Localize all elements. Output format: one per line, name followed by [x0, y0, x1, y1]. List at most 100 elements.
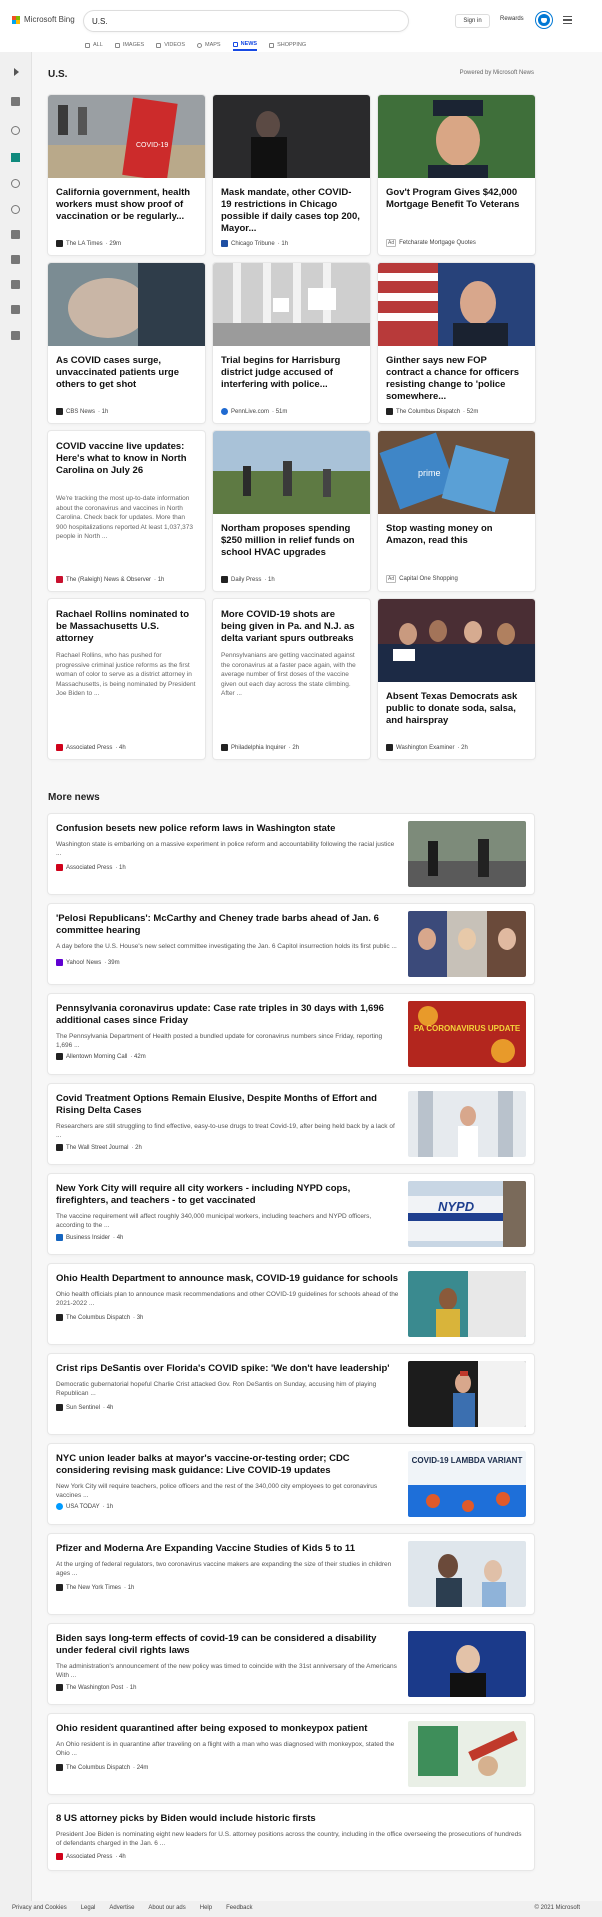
timestamp: · 1h: [277, 240, 289, 247]
row-source: The Wall Street Journal · 2h: [56, 1144, 142, 1151]
card-title[interactable]: California government, health workers mu…: [56, 187, 196, 223]
row-title[interactable]: Ohio Health Department to announce mask,…: [56, 1273, 400, 1285]
tab-shopping[interactable]: SHOPPING: [269, 39, 306, 51]
search-input[interactable]: [92, 14, 362, 28]
politics-icon[interactable]: [11, 230, 20, 239]
footer-link-privacy[interactable]: Privacy and Cookies: [12, 1905, 67, 1911]
card-source: Philadelphia Inquirer · 2h: [221, 744, 299, 751]
location-icon[interactable]: [11, 179, 20, 188]
news-card[interactable]: COVID vaccine live updates: Here's what …: [48, 431, 205, 591]
footer-link-legal[interactable]: Legal: [81, 1905, 96, 1911]
row-source: Associated Press · 4h: [56, 1853, 126, 1860]
source-name: Washington Examiner: [396, 744, 455, 751]
news-row[interactable]: Confusion besets new police reform laws …: [48, 814, 534, 894]
tab-videos[interactable]: VIDEOS: [156, 39, 185, 51]
card-title[interactable]: Mask mandate, other COVID-19 restriction…: [221, 187, 361, 235]
news-card[interactable]: COVID-19 California government, health w…: [48, 95, 205, 255]
row-title[interactable]: Crist rips DeSantis over Florida's COVID…: [56, 1363, 400, 1375]
source-name: Sun Sentinel: [66, 1404, 101, 1411]
source-name: The Columbus Dispatch: [66, 1764, 131, 1771]
card-title[interactable]: Northam proposes spending $250 million i…: [221, 523, 361, 559]
news-row[interactable]: Pfizer and Moderna Are Expanding Vaccine…: [48, 1534, 534, 1614]
news-card[interactable]: Absent Texas Democrats ask public to don…: [378, 599, 535, 759]
news-row[interactable]: Crist rips DeSantis over Florida's COVID…: [48, 1354, 534, 1434]
row-title[interactable]: Covid Treatment Options Remain Elusive, …: [56, 1093, 400, 1117]
tab-news[interactable]: NEWS: [232, 39, 258, 51]
search-tabs: ALL IMAGES VIDEOS MAPS NEWS SHOPPING: [85, 39, 306, 51]
source-name: The LA Times: [66, 240, 103, 247]
footer-link-advertise[interactable]: Advertise: [109, 1905, 134, 1911]
rewards-link[interactable]: Rewards: [500, 16, 524, 22]
row-title[interactable]: Confusion besets new police reform laws …: [56, 823, 400, 835]
entertainment-icon[interactable]: [11, 280, 20, 289]
card-title[interactable]: More COVID-19 shots are being given in P…: [221, 609, 361, 645]
source-logo-icon: [56, 408, 63, 415]
footer-link-feedback[interactable]: Feedback: [226, 1905, 252, 1911]
row-title[interactable]: New York City will require all city work…: [56, 1183, 400, 1207]
news-card-ad[interactable]: Gov't Program Gives $42,000 Mortgage Ben…: [378, 95, 535, 255]
row-title[interactable]: 'Pelosi Republicans': McCarthy and Chene…: [56, 913, 400, 937]
row-snippet: New York City will require teachers, pol…: [56, 1483, 378, 1499]
footer-link-help[interactable]: Help: [200, 1905, 212, 1911]
source-logo-icon: [56, 1853, 63, 1860]
news-row[interactable]: Covid Treatment Options Remain Elusive, …: [48, 1084, 534, 1164]
tab-maps[interactable]: MAPS: [197, 39, 221, 51]
card-title[interactable]: Absent Texas Democrats ask public to don…: [386, 691, 526, 727]
card-title[interactable]: Rachael Rollins nominated to be Massachu…: [56, 609, 196, 645]
row-snippet: The Pennsylvania Department of Health po…: [56, 1033, 383, 1049]
business-icon[interactable]: [11, 305, 20, 314]
news-card[interactable]: Ginther says new FOP contract a chance f…: [378, 263, 535, 423]
globe-icon[interactable]: [11, 205, 20, 214]
footer-link-about-ads[interactable]: About our ads: [148, 1905, 185, 1911]
sign-in-button[interactable]: Sign in: [455, 14, 490, 28]
news-card[interactable]: Northam proposes spending $250 million i…: [213, 431, 370, 591]
expand-sidebar-icon[interactable]: [14, 68, 19, 76]
money-icon[interactable]: [11, 331, 20, 340]
news-row[interactable]: Ohio Health Department to announce mask,…: [48, 1264, 534, 1344]
news-row[interactable]: Pennsylvania coronavirus update: Case ra…: [48, 994, 534, 1074]
timestamp: · 1h: [98, 408, 109, 415]
news-row[interactable]: 'Pelosi Republicans': McCarthy and Chene…: [48, 904, 534, 984]
news-card[interactable]: Rachael Rollins nominated to be Massachu…: [48, 599, 205, 759]
row-title[interactable]: Ohio resident quarantined after being ex…: [56, 1723, 400, 1735]
rocket-icon[interactable]: [11, 255, 20, 264]
news-card[interactable]: Trial begins for Harrisburg district jud…: [213, 263, 370, 423]
news-card-ad[interactable]: prime Stop wasting money on Amazon, read…: [378, 431, 535, 591]
row-title[interactable]: Biden says long-term effects of covid-19…: [56, 1633, 400, 1657]
home-icon[interactable]: [11, 97, 20, 106]
hamburger-menu-icon[interactable]: [563, 16, 572, 24]
card-image: [213, 263, 370, 346]
source-logo-icon: [56, 744, 63, 751]
source-name: PennLive.com: [231, 408, 270, 415]
news-row[interactable]: Ohio resident quarantined after being ex…: [48, 1714, 534, 1794]
coronavirus-icon[interactable]: [11, 126, 20, 135]
news-row[interactable]: 8 US attorney picks by Biden would inclu…: [48, 1804, 534, 1870]
news-card[interactable]: More COVID-19 shots are being given in P…: [213, 599, 370, 759]
bing-logo[interactable]: Microsoft Bing: [12, 15, 75, 24]
news-row[interactable]: NYC union leader balks at mayor's vaccin…: [48, 1444, 534, 1524]
powered-by-text[interactable]: Powered by Microsoft News: [460, 70, 534, 76]
tab-all[interactable]: ALL: [85, 39, 103, 51]
map-pin-icon: [197, 42, 202, 48]
row-image: [408, 911, 526, 977]
news-card[interactable]: Mask mandate, other COVID-19 restriction…: [213, 95, 370, 255]
card-title[interactable]: Trial begins for Harrisburg district jud…: [221, 355, 361, 391]
rewards-medal-icon[interactable]: [536, 12, 552, 28]
row-source: Associated Press · 1h: [56, 864, 126, 871]
row-title[interactable]: NYC union leader balks at mayor's vaccin…: [56, 1453, 400, 1477]
row-title[interactable]: Pfizer and Moderna Are Expanding Vaccine…: [56, 1543, 400, 1555]
card-title[interactable]: Stop wasting money on Amazon, read this: [386, 523, 526, 547]
card-title[interactable]: As COVID cases surge, unvaccinated patie…: [56, 355, 196, 391]
flag-icon[interactable]: [11, 153, 20, 162]
news-card[interactable]: As COVID cases surge, unvaccinated patie…: [48, 263, 205, 423]
news-row[interactable]: Biden says long-term effects of covid-19…: [48, 1624, 534, 1704]
source-logo-icon: [56, 959, 63, 966]
card-title[interactable]: Gov't Program Gives $42,000 Mortgage Ben…: [386, 187, 526, 211]
row-title[interactable]: Pennsylvania coronavirus update: Case ra…: [56, 1003, 400, 1027]
news-row[interactable]: New York City will require all city work…: [48, 1174, 534, 1254]
tab-images[interactable]: IMAGES: [114, 39, 144, 51]
card-title[interactable]: Ginther says new FOP contract a chance f…: [386, 355, 526, 403]
card-title[interactable]: COVID vaccine live updates: Here's what …: [56, 441, 196, 477]
row-title[interactable]: 8 US attorney picks by Biden would inclu…: [56, 1813, 526, 1825]
row-snippet: The vaccine requirement will affect roug…: [56, 1213, 372, 1229]
